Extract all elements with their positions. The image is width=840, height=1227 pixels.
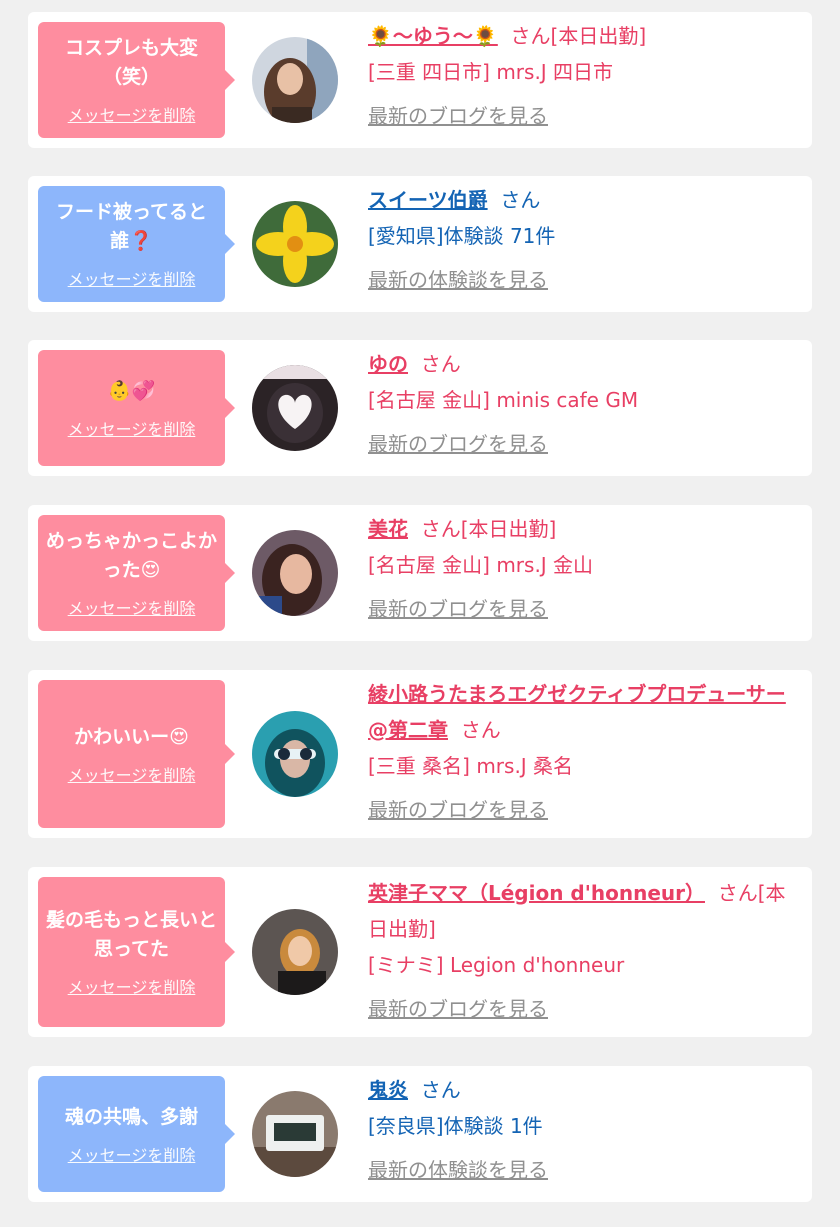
honorific: さん bbox=[420, 1078, 461, 1102]
honorific: さん bbox=[460, 718, 501, 742]
message-text: 👶💞 bbox=[107, 379, 156, 402]
location-text: [愛知県]体験談 71件 bbox=[368, 224, 556, 248]
latest-blog-link[interactable]: 最新のブログを見る bbox=[368, 98, 798, 134]
message-bubble: 魂の共鳴、多謝 メッセージを削除 bbox=[38, 1076, 235, 1192]
message-text: かわいいー😍 bbox=[74, 725, 189, 748]
entry-info: スイーツ伯爵 さん [愛知県]体験談 71件 最新の体験談を見る bbox=[368, 182, 798, 298]
message-text: コスプレも大変（笑） bbox=[64, 37, 198, 88]
list-item: 魂の共鳴、多謝 メッセージを削除 鬼炎 さん [奈良県]体験談 1件 最新の体験… bbox=[28, 1066, 812, 1202]
latest-blog-link[interactable]: 最新のブログを見る bbox=[368, 991, 798, 1027]
user-name-link[interactable]: 🌻〜ゆう〜🌻 bbox=[368, 24, 498, 48]
location-text: [ミナミ] Legion d'honneur bbox=[368, 953, 625, 977]
latest-blog-link[interactable]: 最新のブログを見る bbox=[368, 426, 798, 462]
user-name-link[interactable]: 鬼炎 bbox=[368, 1078, 408, 1102]
delete-message-link[interactable]: メッセージを削除 bbox=[68, 1142, 196, 1166]
message-text: フード被ってると誰❓ bbox=[55, 201, 208, 252]
entry-info: 鬼炎 さん [奈良県]体験談 1件 最新の体験談を見る bbox=[368, 1072, 798, 1188]
delete-message-link[interactable]: メッセージを削除 bbox=[68, 102, 196, 126]
avatar[interactable] bbox=[252, 201, 338, 287]
honorific: さん[本日出勤] bbox=[420, 517, 557, 541]
delete-message-link[interactable]: メッセージを削除 bbox=[68, 416, 196, 440]
message-bubble: めっちゃかっこよかった😍 メッセージを削除 bbox=[38, 515, 235, 631]
message-text: 魂の共鳴、多謝 bbox=[64, 1105, 198, 1128]
latest-review-link[interactable]: 最新の体験談を見る bbox=[368, 262, 798, 298]
avatar[interactable] bbox=[252, 909, 338, 995]
avatar[interactable] bbox=[252, 365, 338, 451]
location-text: [名古屋 金山] minis cafe GM bbox=[368, 388, 639, 412]
user-name-link[interactable]: 英津子ママ（Légion d'honneur） bbox=[368, 881, 705, 905]
message-text: 髪の毛もっと長いと思ってた bbox=[45, 909, 217, 960]
list-item: 髪の毛もっと長いと思ってた メッセージを削除 英津子ママ（Légion d'ho… bbox=[28, 867, 812, 1037]
honorific: さん[本日出勤] bbox=[510, 24, 647, 48]
location-text: [奈良県]体験談 1件 bbox=[368, 1114, 543, 1138]
list-item: かわいいー😍 メッセージを削除 綾小路うたまろエグゼクティブプロデューサー@第二… bbox=[28, 670, 812, 838]
avatar[interactable] bbox=[252, 1091, 338, 1177]
avatar[interactable] bbox=[252, 711, 338, 797]
delete-message-link[interactable]: メッセージを削除 bbox=[68, 762, 196, 786]
user-name-link[interactable]: 美花 bbox=[368, 517, 408, 541]
user-name-link[interactable]: 綾小路うたまろエグゼクティブプロデューサー@第二章 bbox=[368, 682, 786, 742]
message-bubble: フード被ってると誰❓ メッセージを削除 bbox=[38, 186, 235, 302]
entry-info: ゆの さん [名古屋 金山] minis cafe GM 最新のブログを見る bbox=[368, 346, 798, 462]
list-item: めっちゃかっこよかった😍 メッセージを削除 美花 さん[本日出勤] [名古屋 金… bbox=[28, 505, 812, 641]
delete-message-link[interactable]: メッセージを削除 bbox=[68, 595, 196, 619]
avatar[interactable] bbox=[252, 37, 338, 123]
latest-review-link[interactable]: 最新の体験談を見る bbox=[368, 1152, 798, 1188]
list-item: フード被ってると誰❓ メッセージを削除 スイーツ伯爵 さん [愛知県]体験談 7… bbox=[28, 176, 812, 312]
list-item: コスプレも大変（笑） メッセージを削除 🌻〜ゆう〜🌻 さん[本日出勤] [三重 … bbox=[28, 12, 812, 148]
location-text: [三重 桑名] mrs.J 桑名 bbox=[368, 754, 574, 778]
entry-info: 美花 さん[本日出勤] [名古屋 金山] mrs.J 金山 最新のブログを見る bbox=[368, 511, 798, 627]
message-bubble: コスプレも大変（笑） メッセージを削除 bbox=[38, 22, 235, 138]
delete-message-link[interactable]: メッセージを削除 bbox=[68, 266, 196, 290]
message-bubble: 髪の毛もっと長いと思ってた メッセージを削除 bbox=[38, 877, 235, 1027]
message-bubble: 👶💞 メッセージを削除 bbox=[38, 350, 235, 466]
entry-info: 🌻〜ゆう〜🌻 さん[本日出勤] [三重 四日市] mrs.J 四日市 最新のブロ… bbox=[368, 18, 798, 134]
message-text: めっちゃかっこよかった😍 bbox=[45, 530, 217, 581]
honorific: さん bbox=[420, 352, 461, 376]
user-name-link[interactable]: スイーツ伯爵 bbox=[368, 188, 488, 212]
user-name-link[interactable]: ゆの bbox=[368, 352, 408, 376]
location-text: [名古屋 金山] mrs.J 金山 bbox=[368, 553, 594, 577]
avatar[interactable] bbox=[252, 530, 338, 616]
latest-blog-link[interactable]: 最新のブログを見る bbox=[368, 591, 798, 627]
entry-info: 英津子ママ（Légion d'honneur） さん[本日出勤] [ミナミ] L… bbox=[368, 875, 798, 1027]
delete-message-link[interactable]: メッセージを削除 bbox=[68, 974, 196, 998]
list-item: 👶💞 メッセージを削除 ゆの さん [名古屋 金山] minis cafe GM… bbox=[28, 340, 812, 476]
location-text: [三重 四日市] mrs.J 四日市 bbox=[368, 60, 614, 84]
entry-info: 綾小路うたまろエグゼクティブプロデューサー@第二章 さん [三重 桑名] mrs… bbox=[368, 676, 798, 828]
honorific: さん bbox=[500, 188, 541, 212]
message-list: コスプレも大変（笑） メッセージを削除 🌻〜ゆう〜🌻 さん[本日出勤] [三重 … bbox=[0, 0, 840, 1227]
latest-blog-link[interactable]: 最新のブログを見る bbox=[368, 792, 798, 828]
message-bubble: かわいいー😍 メッセージを削除 bbox=[38, 680, 235, 828]
